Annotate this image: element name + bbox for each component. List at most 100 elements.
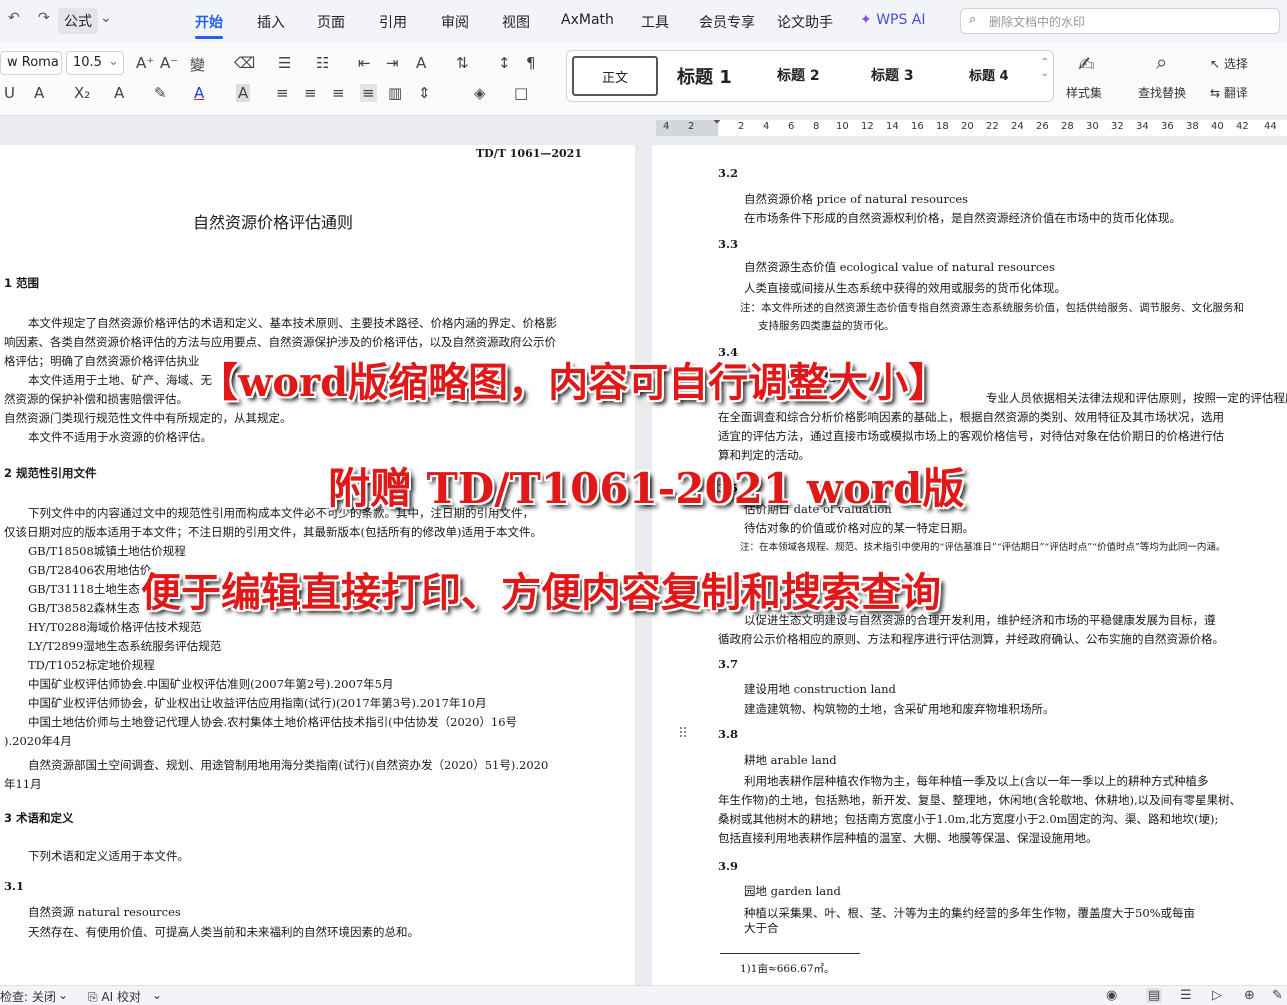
text-effect-icon[interactable]: A (114, 84, 124, 102)
note-line: 注：本文件所述的自然资源生态价值专指自然资源生态系统服务价值，包括供给服务、调节… (740, 302, 1244, 314)
ruler-number: 38 (1186, 121, 1199, 132)
shrink-font-icon[interactable]: A⁻ (160, 54, 178, 72)
text-direction-icon[interactable]: A (416, 54, 426, 72)
paragraph-line: 专业人员依据相关法律法规和评估原则，按照一定的评估程序， (986, 391, 1287, 405)
align-center-icon[interactable]: ≡ (304, 84, 317, 102)
char-shading-icon[interactable]: A (236, 84, 251, 102)
styles-set-button[interactable]: 样式集 (1066, 84, 1102, 101)
style-heading-1[interactable]: 标题 1 (677, 63, 732, 89)
term-heading: 建设用地 construction land (744, 682, 896, 696)
style-normal[interactable]: 正文 (572, 56, 658, 96)
undo-icon[interactable]: ↶ (8, 10, 20, 26)
subscript-icon[interactable]: X₂ (74, 84, 90, 102)
wps-writer-window: ↶ ↷ 公式 ⌄ 开始 插入 页面 引用 审阅 视图 AxMath 工具 会员专… (0, 0, 1287, 1005)
paragraph-line: 适宜的评估方法，通过直接市场或模拟市场上的客观价格信号，对待估对象在估价期日的价… (718, 429, 1224, 443)
underline-icon[interactable]: U (4, 84, 15, 102)
paragraph-line: 本文件不适用于水资源的价格评估。 (28, 430, 212, 444)
ruler-number: 34 (1136, 121, 1149, 132)
formula-button[interactable]: 公式 (58, 8, 98, 34)
shading-icon[interactable]: ◈ (474, 84, 486, 102)
chevron-down-icon[interactable]: ⌄ (152, 988, 162, 1002)
tab-tools[interactable]: 工具 (641, 12, 669, 32)
redo-icon[interactable]: ↷ (38, 10, 50, 26)
ai-proof-button[interactable]: ⎘ AI 校对 (88, 988, 141, 1005)
tab-page[interactable]: 页面 (317, 12, 345, 32)
font-name-select[interactable]: w Roma (0, 51, 62, 75)
overlay-banner-3: 便于编辑直接打印、方便内容复制和搜索查询 (141, 569, 941, 616)
horizontal-ruler[interactable]: 4 2 ⏷ 2 4 6 8 10 12 14 16 18 20 22 24 26… (0, 117, 1287, 145)
section-heading: 1 范围 (4, 276, 40, 290)
search-input[interactable]: ⌕ 删除文档中的水印 (960, 8, 1280, 34)
decrease-indent-icon[interactable]: ⇤ (358, 54, 371, 72)
paragraph-line: 待估对象的价值或价格对应的某一特定日期。 (744, 521, 974, 535)
tab-home[interactable]: 开始 (195, 12, 223, 32)
style-heading-4[interactable]: 标题 4 (969, 65, 1009, 84)
highlight-icon[interactable]: ✎ (154, 84, 167, 102)
strikethrough-icon[interactable]: A (34, 84, 44, 102)
play-icon[interactable]: ▷ (1212, 988, 1222, 1003)
ruler-number: 16 (911, 121, 924, 132)
tab-member[interactable]: 会员专享 (699, 12, 755, 32)
grow-font-icon[interactable]: A⁺ (136, 54, 154, 72)
drag-handle-icon[interactable]: ⠿ (678, 726, 688, 742)
ruler-number: 2 (738, 121, 745, 132)
select-button[interactable]: ↖ 选择 (1210, 55, 1248, 72)
ruler-number: 26 (1036, 121, 1049, 132)
indent-marker[interactable]: ⏷ (713, 117, 721, 128)
reference-line: LY/T2899湿地生态系统服务评估规范 (28, 639, 222, 653)
style-heading-3[interactable]: 标题 3 (871, 65, 914, 85)
line-spacing-icon[interactable]: ⇕ (418, 84, 431, 102)
reference-line: HY/T0288海域价格评估技术规范 (28, 620, 202, 634)
section-heading: 3 术语和定义 (4, 811, 74, 825)
tab-insert[interactable]: 插入 (257, 12, 285, 32)
eye-icon[interactable]: ◉ (1106, 988, 1117, 1003)
clear-format-icon[interactable]: ⌫ (234, 54, 255, 72)
tab-view[interactable]: 视图 (502, 12, 530, 32)
ruler-number: 20 (961, 121, 974, 132)
numbering-icon[interactable]: ☷ (316, 54, 329, 72)
search-icon[interactable]: ⌕ (1156, 50, 1167, 74)
tab-thesis-assistant[interactable]: 论文助手 (777, 12, 833, 32)
align-right-icon[interactable]: ≡ (332, 84, 345, 102)
paragraph-line: 在市场条件下形成的自然资源权利价格，是自然资源经济价值在市场中的货币化体现。 (744, 211, 1181, 225)
sort-icon[interactable]: ⇅ (456, 54, 469, 72)
outline-view-icon[interactable]: ☰ (1180, 988, 1192, 1003)
section-heading: 2 规范性引用文件 (4, 466, 97, 480)
pen-icon[interactable]: ✎ (1272, 988, 1283, 1003)
styles-set-icon[interactable]: ✍ (1078, 52, 1095, 76)
distribute-icon[interactable]: ▥ (388, 84, 402, 102)
borders-icon[interactable]: □ (514, 84, 528, 102)
paragraph-line: 大于合 (744, 921, 779, 935)
tab-wps-ai[interactable]: ✦ WPS AI (860, 12, 926, 28)
find-replace-button[interactable]: 查找替换 (1138, 84, 1186, 101)
page-view-icon[interactable]: ▤ (1146, 988, 1163, 1003)
footnote: 1)1亩≈666.67㎡。 (740, 963, 835, 975)
ruler-number: 44 (1264, 121, 1277, 132)
increase-indent-icon[interactable]: ⇥ (386, 54, 399, 72)
style-heading-2[interactable]: 标题 2 (777, 65, 820, 85)
tab-review[interactable]: 审阅 (441, 12, 469, 32)
paragraph-line: 下列术语和定义适用于本文件。 (28, 849, 189, 863)
show-marks-icon[interactable]: ¶ (526, 54, 536, 72)
spell-check-status[interactable]: 检查: 关闭 (0, 988, 56, 1005)
search-icon: ⌕ (969, 12, 977, 27)
chevron-down-icon[interactable]: ⌄ (58, 988, 68, 1002)
align-left-icon[interactable]: ≡ (276, 84, 289, 102)
web-view-icon[interactable]: ⊕ (1244, 988, 1255, 1003)
chevron-down-icon[interactable]: ⌄ (100, 10, 112, 26)
overlay-banner-1: 【word版缩略图，内容可自行调整大小】 (198, 359, 949, 406)
justify-icon[interactable]: ≡ (360, 84, 377, 102)
ruler-number: 2 (688, 121, 695, 132)
sort-order-icon[interactable]: ↕ (498, 54, 511, 72)
tab-axmath[interactable]: AxMath (561, 12, 614, 28)
tab-references[interactable]: 引用 (379, 12, 407, 32)
font-color-icon[interactable]: A (194, 84, 204, 102)
font-size-select[interactable]: 10.5 ⌄ (66, 51, 124, 75)
phonetic-guide-icon[interactable]: 變 (190, 54, 205, 75)
translate-button[interactable]: ⇆ 翻译 (1210, 84, 1248, 101)
reference-line: GB/T38582森林生态 (28, 601, 140, 615)
bullets-icon[interactable]: ☰ (278, 54, 291, 72)
ruler-number: 28 (1061, 121, 1074, 132)
gallery-scroll-icon[interactable]: ⌃ ⌄ (1041, 57, 1049, 79)
footnote-divider (720, 953, 860, 954)
